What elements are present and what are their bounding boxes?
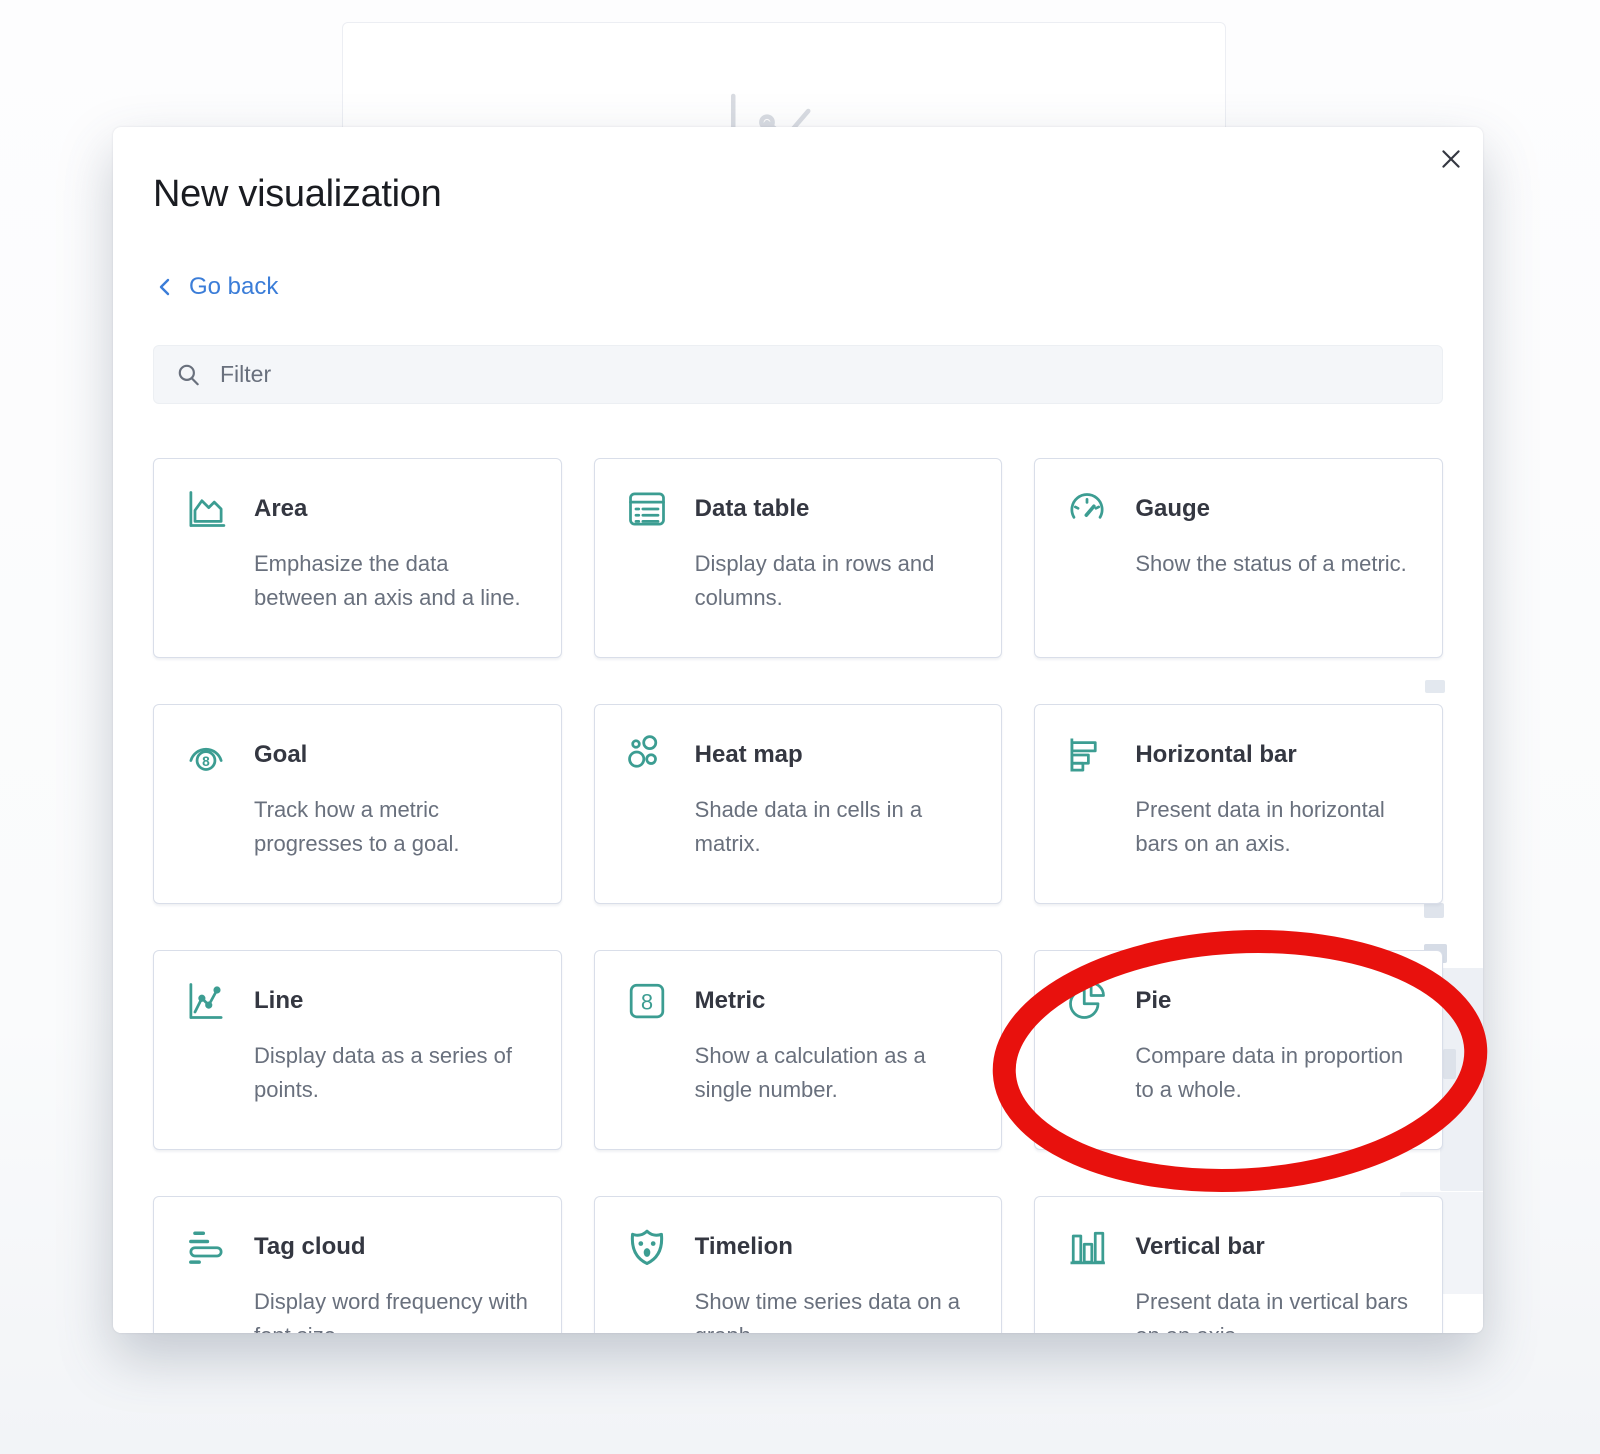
viz-card-description: Show time series data on a graph. [695, 1285, 978, 1333]
viz-card-heat-map[interactable]: Heat map Shade data in cells in a matrix… [594, 704, 1003, 904]
viz-card-area[interactable]: Area Emphasize the data between an axis … [153, 458, 562, 658]
chevron-left-icon [153, 275, 177, 299]
viz-card-title: Vertical bar [1135, 1233, 1264, 1261]
viz-card-title: Timelion [695, 1233, 793, 1261]
viz-card-title: Tag cloud [254, 1233, 366, 1261]
tag-cloud-icon [184, 1225, 228, 1269]
modal-title: New visualization [153, 171, 1443, 217]
goal-icon [184, 733, 228, 777]
viz-card-timelion[interactable]: Timelion Show time series data on a grap… [594, 1196, 1003, 1333]
viz-card-horizontal-bar[interactable]: Horizontal bar Present data in horizonta… [1034, 704, 1443, 904]
area-chart-icon [184, 487, 228, 531]
viz-card-description: Display word frequency with font size. [254, 1285, 537, 1333]
viz-card-description: Shade data in cells in a matrix. [695, 793, 978, 861]
filter-input[interactable] [218, 360, 1420, 389]
viz-card-pie[interactable]: Pie Compare data in proportion to a whol… [1034, 950, 1443, 1150]
viz-card-description: Show a calculation as a single number. [695, 1039, 978, 1107]
viz-card-description: Show the status of a metric. [1135, 547, 1418, 581]
viz-card-gauge[interactable]: Gauge Show the status of a metric. [1034, 458, 1443, 658]
viz-card-title: Pie [1135, 987, 1171, 1015]
line-chart-icon [184, 979, 228, 1023]
metric-icon [625, 979, 669, 1023]
go-back-link[interactable]: Go back [153, 273, 278, 301]
filter-search-box [153, 345, 1443, 404]
viz-card-description: Emphasize the data between an axis and a… [254, 547, 537, 615]
viz-card-title: Gauge [1135, 495, 1210, 523]
viz-card-goal[interactable]: Goal Track how a metric progresses to a … [153, 704, 562, 904]
search-icon [176, 362, 202, 388]
data-table-icon [625, 487, 669, 531]
viz-card-description: Compare data in proportion to a whole. [1135, 1039, 1418, 1107]
viz-card-metric[interactable]: Metric Show a calculation as a single nu… [594, 950, 1003, 1150]
viz-card-data-table[interactable]: Data table Display data in rows and colu… [594, 458, 1003, 658]
viz-card-vertical-bar[interactable]: Vertical bar Present data in vertical ba… [1034, 1196, 1443, 1333]
viz-card-title: Horizontal bar [1135, 741, 1296, 769]
vertical-bar-icon [1065, 1225, 1109, 1269]
gauge-icon [1065, 487, 1109, 531]
viz-card-title: Data table [695, 495, 810, 523]
go-back-label: Go back [189, 273, 278, 301]
pie-chart-icon [1065, 979, 1109, 1023]
new-visualization-modal: New visualization Go back Area Emphasize… [113, 127, 1483, 1333]
timelion-icon [625, 1225, 669, 1269]
viz-card-title: Metric [695, 987, 766, 1015]
viz-card-description: Present data in horizontal bars on an ax… [1135, 793, 1418, 861]
heat-map-icon [625, 733, 669, 777]
viz-card-description: Present data in vertical bars on an axis… [1135, 1285, 1418, 1333]
visualization-type-grid: Area Emphasize the data between an axis … [153, 458, 1443, 1333]
viz-card-tag-cloud[interactable]: Tag cloud Display word frequency with fo… [153, 1196, 562, 1333]
viz-card-description: Track how a metric progresses to a goal. [254, 793, 537, 861]
viz-card-title: Goal [254, 741, 307, 769]
viz-card-title: Heat map [695, 741, 803, 769]
viz-card-title: Line [254, 987, 303, 1015]
viz-card-line[interactable]: Line Display data as a series of points. [153, 950, 562, 1150]
viz-card-description: Display data as a series of points. [254, 1039, 537, 1107]
viz-card-description: Display data in rows and columns. [695, 547, 978, 615]
viz-card-title: Area [254, 495, 307, 523]
horizontal-bar-icon [1065, 733, 1109, 777]
